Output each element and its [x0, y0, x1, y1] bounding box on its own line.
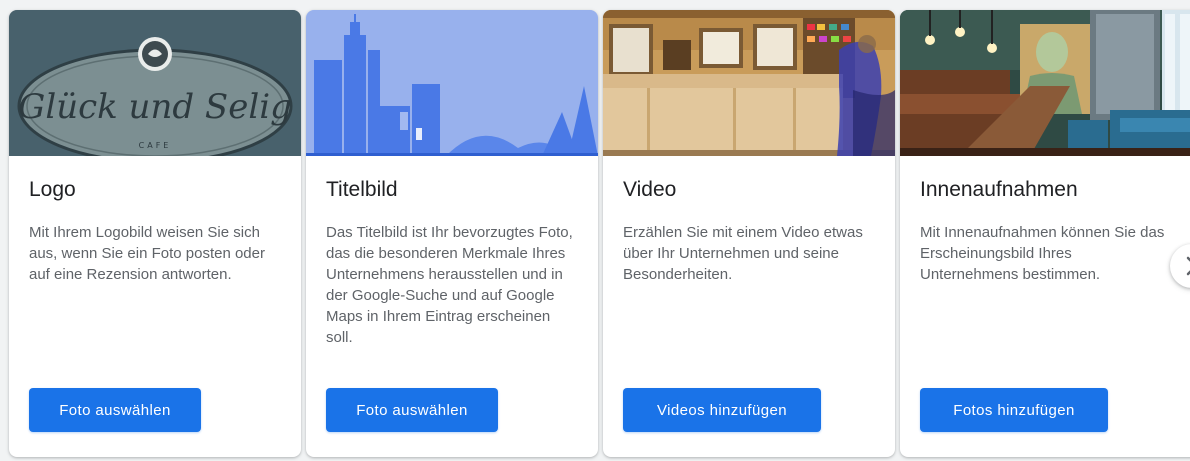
cafe-counter-image [603, 10, 895, 156]
card-title: Logo [29, 178, 76, 201]
photo-category-carousel: Glück und Selig CAFE Logo Mit Ihrem Logo… [0, 0, 1190, 461]
svg-text:CAFE: CAFE [139, 141, 172, 150]
chevron-right-icon [1186, 256, 1190, 276]
card-description: Das Titelbild ist Ihr bevorzugtes Foto, … [326, 224, 573, 346]
card-title: Innenaufnahmen [920, 178, 1078, 201]
svg-text:Glück und Selig: Glück und Selig [18, 87, 292, 127]
carousel-next-button[interactable] [1170, 244, 1190, 288]
choose-logo-photo-button[interactable]: Foto auswählen [29, 388, 201, 432]
card-video: Video Erzählen Sie mit einem Video etwas… [603, 10, 895, 457]
card-description: Mit Ihrem Logobild weisen Sie sich aus, … [29, 224, 265, 283]
card-logo: Glück und Selig CAFE Logo Mit Ihrem Logo… [9, 10, 301, 457]
card-title: Video [623, 178, 677, 201]
add-photos-button[interactable]: Fotos hinzufügen [920, 388, 1108, 432]
add-videos-button[interactable]: Videos hinzufügen [623, 388, 821, 432]
card-description: Erzählen Sie mit einem Video etwas über … [623, 224, 863, 283]
logo-image: Glück und Selig CAFE [9, 10, 301, 156]
card-title: Titelbild [326, 178, 398, 201]
card-cover-photo: Titelbild Das Titelbild ist Ihr bevorzug… [306, 10, 598, 457]
choose-cover-photo-button[interactable]: Foto auswählen [326, 388, 498, 432]
cover-illustration [306, 10, 598, 156]
interior-image [900, 10, 1190, 156]
card-interior-photos: Innenaufnahmen Mit Innenaufnahmen können… [900, 10, 1190, 457]
card-description: Mit Innenaufnahmen können Sie das Ersche… [920, 224, 1165, 283]
